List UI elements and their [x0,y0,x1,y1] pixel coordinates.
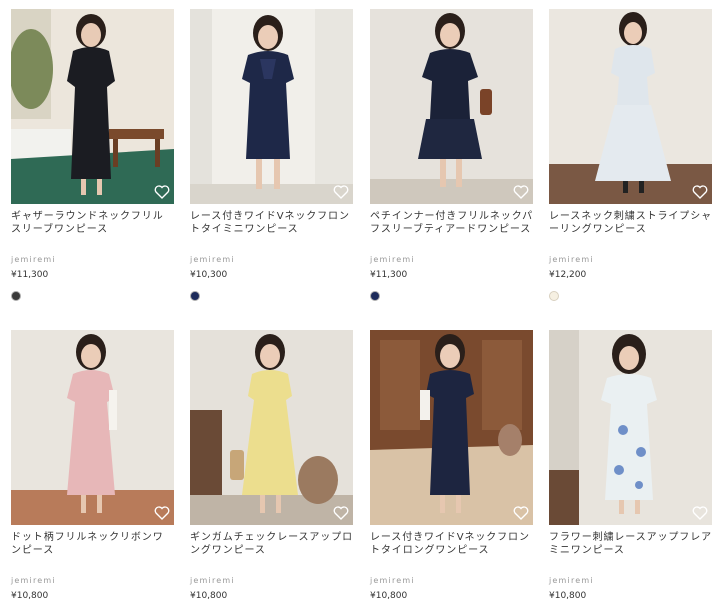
product-card[interactable]: レース付きワイドVネックフロントタイロングワンピース jemiremi ¥10,… [370,330,533,603]
product-price: ¥12,200 [549,270,587,280]
product-card[interactable]: ギンガムチェックレースアップロングワンピース jemiremi ¥10,800 [190,330,353,603]
product-photo[interactable] [370,9,533,204]
product-photo[interactable] [190,9,353,204]
product-card[interactable]: ドット柄フリルネックリボンワンピース jemiremi ¥10,800 [11,330,174,603]
product-price: ¥11,300 [370,270,408,280]
product-photo[interactable] [190,330,353,525]
heart-icon[interactable] [512,504,530,522]
color-swatch[interactable] [190,291,200,301]
product-price: ¥10,800 [190,591,228,601]
product-name[interactable]: レース付きワイドVネックフロントタイミニワンピース [190,210,353,249]
heart-icon[interactable] [691,504,709,522]
product-name[interactable]: フラワー刺繍レースアップフレアミニワンピース [549,531,712,570]
heart-icon[interactable] [332,183,350,201]
product-name[interactable]: ギンガムチェックレースアップロングワンピース [190,531,353,570]
product-name[interactable]: レースネック刺繍ストライプシャーリングワンピース [549,210,712,249]
product-card[interactable]: レース付きワイドVネックフロントタイミニワンピース jemiremi ¥10,3… [190,9,353,301]
heart-icon[interactable] [512,183,530,201]
product-card[interactable]: レースネック刺繍ストライプシャーリングワンピース jemiremi ¥12,20… [549,9,712,301]
brand-name: jemiremi [190,576,235,585]
product-price: ¥11,300 [11,270,49,280]
color-swatch[interactable] [370,291,380,301]
product-photo[interactable] [549,9,712,204]
heart-icon[interactable] [153,504,171,522]
product-name[interactable]: ペチインナー付きフリルネックパフスリーブティアードワンピース [370,210,533,249]
color-swatch[interactable] [549,291,559,301]
brand-name: jemiremi [549,576,594,585]
heart-icon[interactable] [153,183,171,201]
brand-name: jemiremi [11,255,56,264]
product-photo[interactable] [11,330,174,525]
brand-name: jemiremi [370,255,415,264]
product-photo[interactable] [11,9,174,204]
product-card[interactable]: ギャザーラウンドネックフリルスリーブワンピース jemiremi ¥11,300 [11,9,174,301]
product-photo[interactable] [549,330,712,525]
brand-name: jemiremi [370,576,415,585]
product-card[interactable]: フラワー刺繍レースアップフレアミニワンピース jemiremi ¥10,800 [549,330,712,603]
product-card[interactable]: ペチインナー付きフリルネックパフスリーブティアードワンピース jemiremi … [370,9,533,301]
brand-name: jemiremi [190,255,235,264]
brand-name: jemiremi [11,576,56,585]
product-price: ¥10,800 [549,591,587,601]
brand-name: jemiremi [549,255,594,264]
heart-icon[interactable] [332,504,350,522]
product-price: ¥10,800 [11,591,49,601]
product-name[interactable]: ドット柄フリルネックリボンワンピース [11,531,174,570]
heart-icon[interactable] [691,183,709,201]
product-name[interactable]: ギャザーラウンドネックフリルスリーブワンピース [11,210,174,249]
color-swatch[interactable] [11,291,21,301]
product-price: ¥10,300 [190,270,228,280]
product-photo[interactable] [370,330,533,525]
product-price: ¥10,800 [370,591,408,601]
product-name[interactable]: レース付きワイドVネックフロントタイロングワンピース [370,531,533,570]
